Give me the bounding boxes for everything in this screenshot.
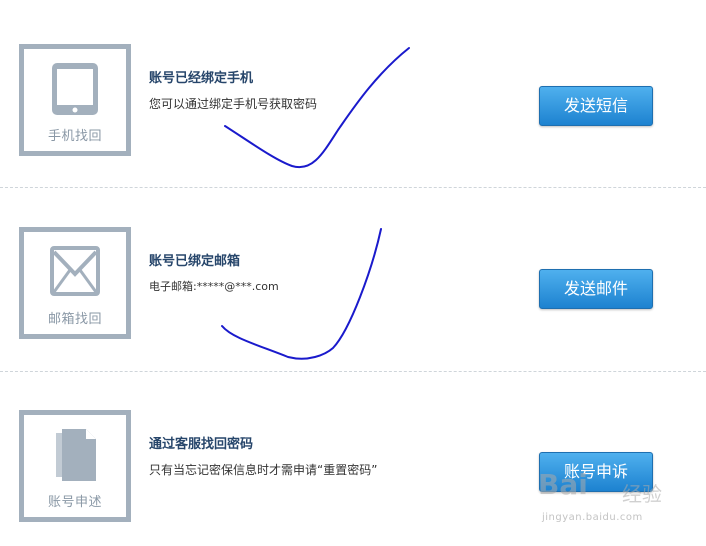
send-sms-button[interactable]: 发送短信 (539, 86, 653, 126)
phone-recovery-icon-box: 手机找回 (19, 44, 131, 156)
watermark-brand-suffix: 经验 (622, 482, 662, 506)
mail-envelope-icon (50, 246, 100, 296)
email-address-masked: 电子邮箱:*****@***.com (149, 280, 279, 293)
phone-bound-title: 账号已经绑定手机 (149, 71, 254, 86)
customer-service-description: 只有当忘记密保信息时才需申请“重置密码” (149, 463, 378, 477)
phone-bound-description: 您可以通过绑定手机号获取密码 (149, 97, 318, 111)
email-bound-title: 账号已绑定邮箱 (149, 254, 241, 269)
email-recovery-caption: 邮箱找回 (47, 312, 102, 327)
section-divider-1 (0, 187, 706, 188)
watermark-brand: Bai (538, 468, 588, 501)
phone-recovery-caption: 手机找回 (47, 129, 102, 144)
account-appeal-caption: 账号申述 (47, 495, 102, 510)
account-appeal-icon-box: 账号申述 (19, 410, 131, 522)
customer-service-title: 通过客服找回密码 (149, 437, 254, 452)
section-divider-2 (0, 371, 706, 372)
send-email-button[interactable]: 发送邮件 (539, 269, 653, 309)
email-recovery-icon-box: 邮箱找回 (19, 227, 131, 339)
watermark-url: jingyan.baidu.com (542, 512, 643, 523)
tablet-icon (52, 63, 98, 115)
document-icon (56, 429, 96, 481)
baidu-jingyan-watermark: Bai 经验 jingyan.baidu.com (538, 468, 688, 530)
